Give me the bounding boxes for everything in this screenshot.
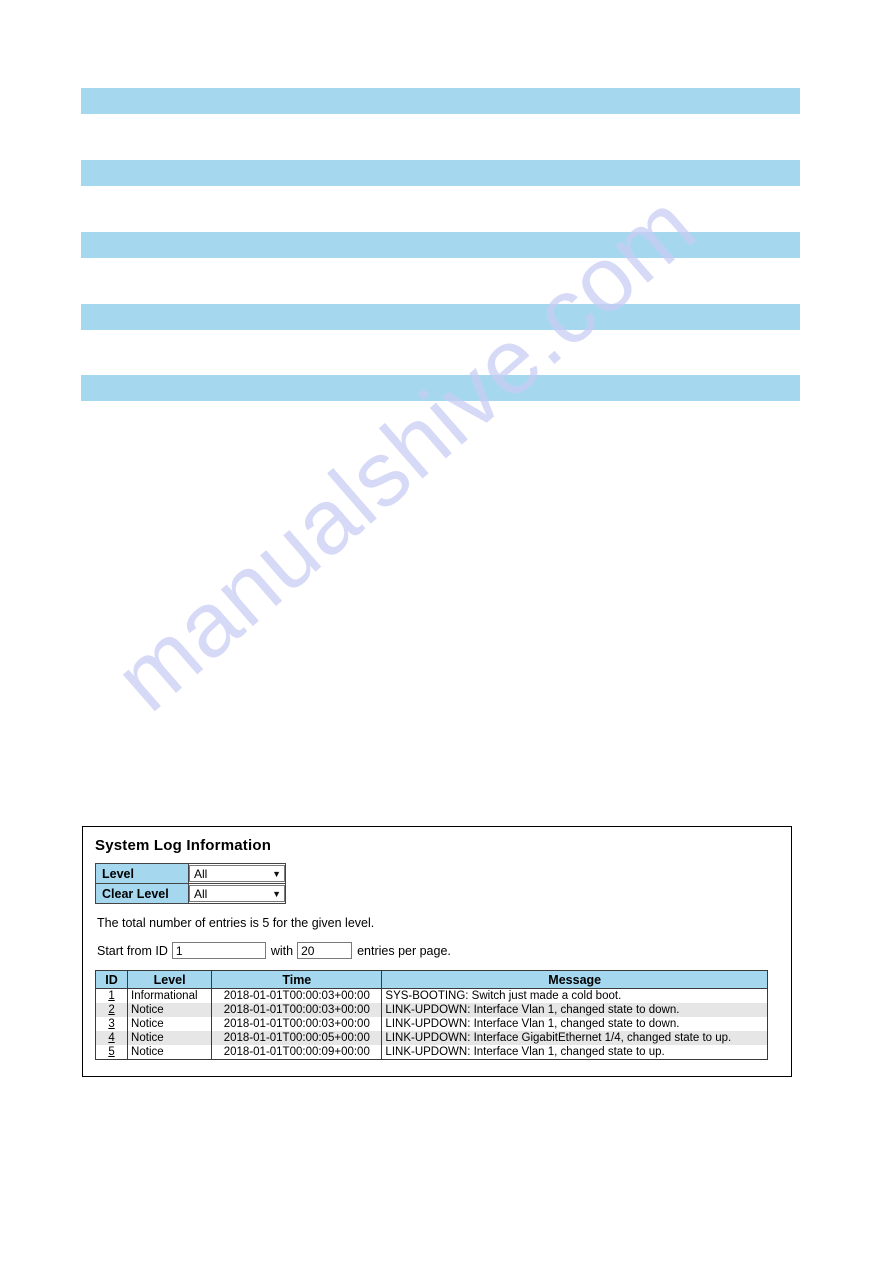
log-id-cell: 1	[94, 988, 129, 1003]
log-time-cell: 2018-01-01T00:00:03+00:00	[211, 1017, 383, 1031]
log-time-cell: 2018-01-01T00:00:09+00:00	[211, 1045, 383, 1060]
level-row: Level All ▼	[95, 863, 286, 884]
log-level-cell: Notice	[127, 1045, 213, 1060]
log-level-cell: Informational	[127, 988, 213, 1003]
column-header-time[interactable]: Time	[211, 970, 383, 989]
with-label: with	[270, 943, 294, 958]
table-row: 3 Notice 2018-01-01T00:00:03+00:00 LINK-…	[94, 1017, 768, 1031]
log-message-cell: LINK-UPDOWN: Interface GigabitEthernet 1…	[381, 1031, 768, 1045]
system-log-panel: System Log Information Level All ▼ Clear…	[82, 826, 792, 1077]
paging-controls: Start from ID 1 with 20 entries per page…	[97, 942, 779, 959]
redacted-heading-bar-2	[81, 160, 800, 186]
chevron-down-icon: ▼	[272, 869, 281, 879]
table-row: 4 Notice 2018-01-01T00:00:05+00:00 LINK-…	[94, 1031, 768, 1045]
entries-per-page-input[interactable]: 20	[297, 942, 353, 959]
log-message-cell: LINK-UPDOWN: Interface Vlan 1, changed s…	[381, 1017, 768, 1031]
log-id-cell: 4	[94, 1031, 129, 1045]
level-select[interactable]: All ▼	[189, 865, 285, 882]
column-header-id[interactable]: ID	[94, 970, 129, 989]
column-header-level[interactable]: Level	[127, 970, 213, 989]
level-label: Level	[95, 863, 189, 884]
log-id-cell: 5	[94, 1045, 129, 1060]
redacted-heading-bar-5	[81, 375, 800, 401]
level-select-value: All	[194, 867, 208, 881]
level-select-cell: All ▼	[188, 863, 286, 884]
clear-level-select[interactable]: All ▼	[189, 885, 285, 902]
level-filter-table: Level All ▼ Clear Level All ▼	[95, 863, 286, 904]
total-entries-text: The total number of entries is 5 for the…	[97, 916, 375, 930]
log-message-cell: LINK-UPDOWN: Interface Vlan 1, changed s…	[381, 1003, 768, 1017]
redacted-heading-bar-4	[81, 304, 800, 330]
log-id-link[interactable]: 3	[108, 1018, 114, 1030]
log-time-cell: 2018-01-01T00:00:03+00:00	[211, 1003, 383, 1017]
redacted-heading-bar-3	[81, 232, 800, 258]
table-header-row: ID Level Time Message	[94, 970, 768, 989]
log-message-cell: LINK-UPDOWN: Interface Vlan 1, changed s…	[381, 1045, 768, 1060]
table-row: 2 Notice 2018-01-01T00:00:03+00:00 LINK-…	[94, 1003, 768, 1017]
redacted-heading-bar-1	[81, 88, 800, 114]
entries-per-page-label: entries per page.	[357, 943, 451, 958]
clear-level-select-value: All	[194, 887, 208, 901]
start-from-id-label: Start from ID	[97, 943, 168, 958]
log-time-cell: 2018-01-01T00:00:03+00:00	[211, 988, 383, 1003]
log-message-cell: SYS-BOOTING: Switch just made a cold boo…	[381, 988, 768, 1003]
log-level-cell: Notice	[127, 1031, 213, 1045]
clear-level-row: Clear Level All ▼	[95, 883, 286, 904]
column-header-message[interactable]: Message	[381, 970, 768, 989]
table-row: 1 Informational 2018-01-01T00:00:03+00:0…	[94, 988, 768, 1003]
log-id-cell: 2	[94, 1003, 129, 1017]
log-id-link[interactable]: 5	[108, 1046, 114, 1058]
clear-level-select-cell: All ▼	[188, 883, 286, 904]
log-id-link[interactable]: 2	[108, 1004, 114, 1016]
table-row: 5 Notice 2018-01-01T00:00:09+00:00 LINK-…	[94, 1045, 768, 1060]
start-from-id-input[interactable]: 1	[171, 942, 266, 959]
chevron-down-icon: ▼	[272, 889, 281, 899]
log-id-link[interactable]: 4	[108, 1032, 114, 1044]
system-log-table: ID Level Time Message 1 Informational 20…	[94, 970, 768, 1060]
log-id-cell: 3	[94, 1017, 129, 1031]
log-id-link[interactable]: 1	[108, 990, 114, 1002]
clear-level-label: Clear Level	[95, 883, 189, 904]
log-level-cell: Notice	[127, 1003, 213, 1017]
log-level-cell: Notice	[127, 1017, 213, 1031]
log-time-cell: 2018-01-01T00:00:05+00:00	[211, 1031, 383, 1045]
panel-title: System Log Information	[95, 837, 272, 854]
page-canvas: manualshive.com System Log Information L…	[0, 0, 893, 1263]
